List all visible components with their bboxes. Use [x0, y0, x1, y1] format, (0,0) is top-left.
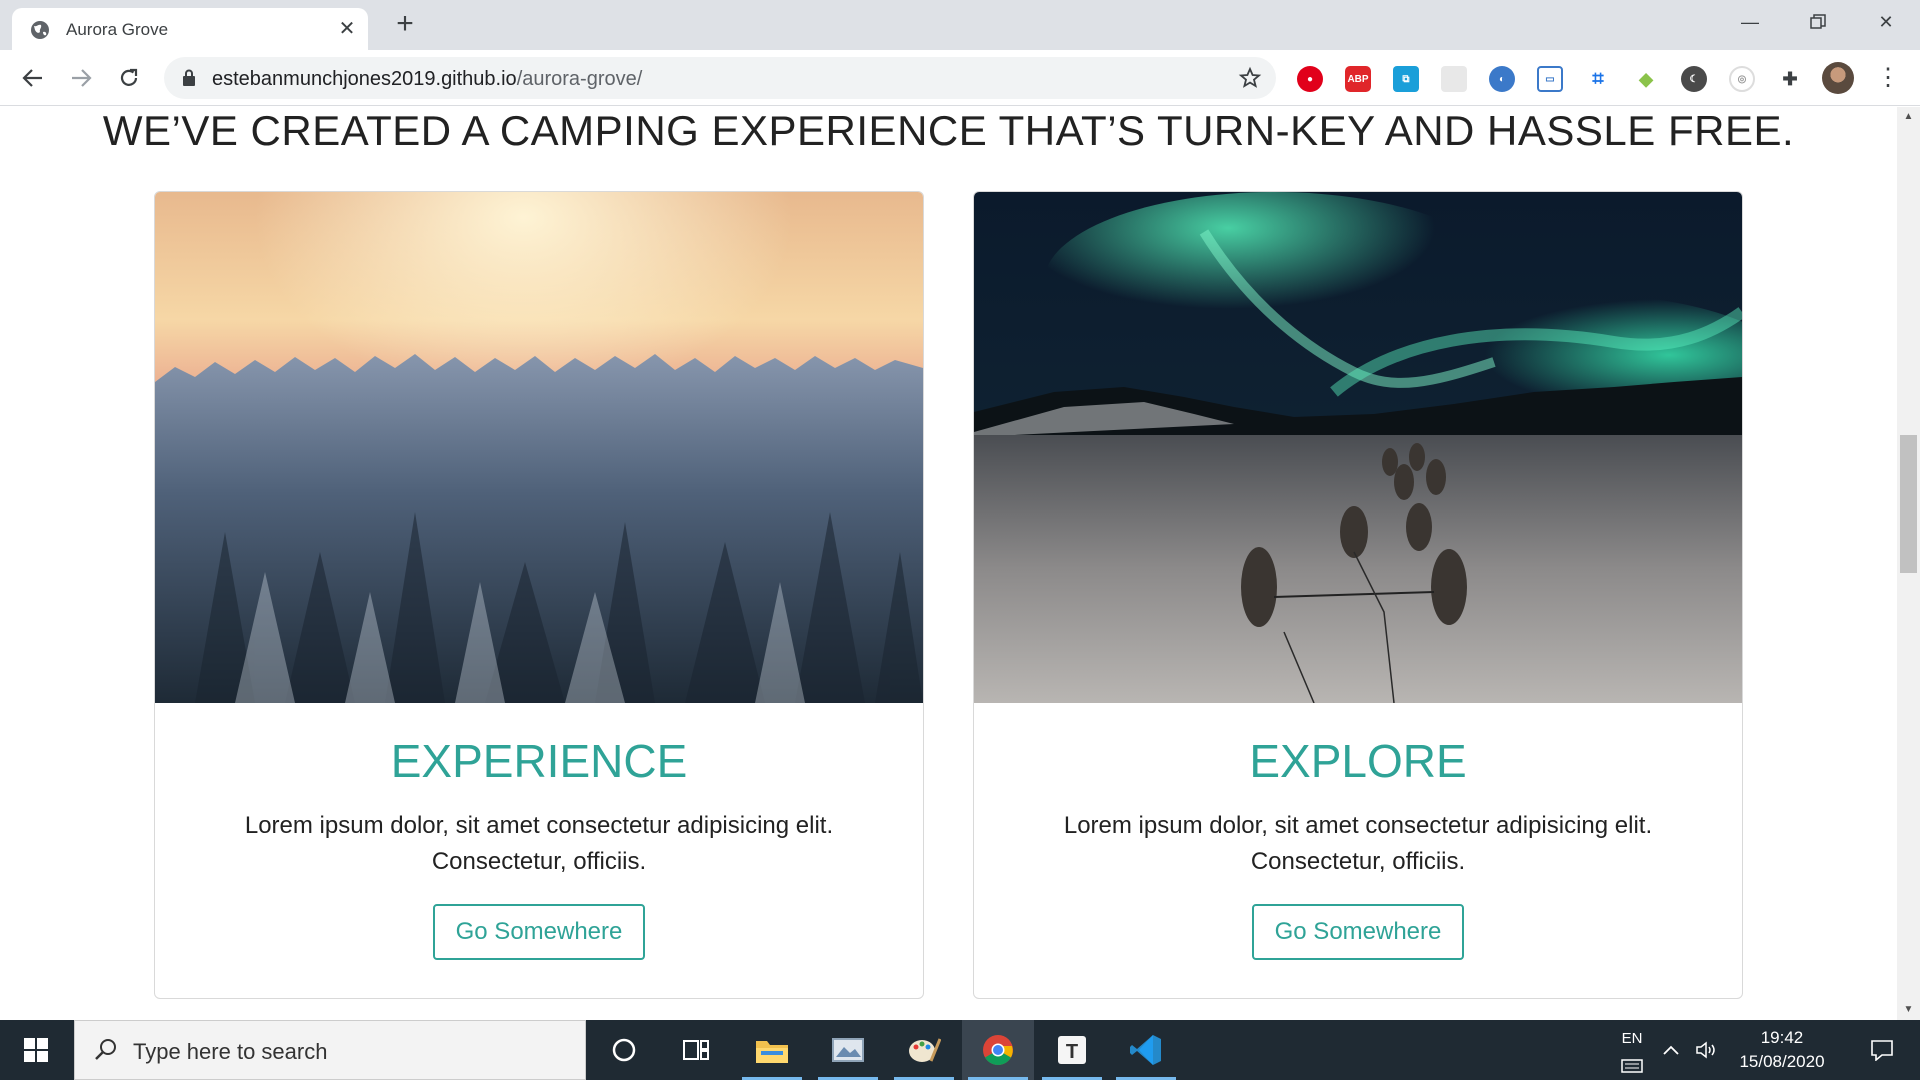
keyboard-icon[interactable]	[1618, 1056, 1646, 1076]
card-title: EXPERIENCE	[390, 735, 688, 787]
browser-menu-icon[interactable]: ⋮	[1876, 64, 1900, 92]
tab-title: Aurora Grove	[66, 20, 169, 39]
search-placeholder: Type here to search	[133, 1039, 328, 1064]
aurora-dog-sled-image	[974, 192, 1742, 703]
photos-app[interactable]	[812, 1020, 884, 1080]
show-hidden-icons-chevron-icon[interactable]	[1656, 1020, 1686, 1080]
close-window-button[interactable]: ✕	[1852, 0, 1920, 44]
adblock-plus-extension-icon[interactable]: ABP	[1345, 66, 1371, 92]
minimize-window-button[interactable]: —	[1716, 0, 1784, 44]
file-explorer-app[interactable]	[736, 1020, 808, 1080]
image-viewer-icon	[832, 1038, 864, 1062]
opera-adblock-extension-icon[interactable]: ●	[1297, 66, 1323, 92]
clock-time: 19:42	[1760, 1028, 1804, 1047]
globe-icon	[31, 21, 49, 39]
task-view-icon	[683, 1040, 709, 1060]
back-button[interactable]	[16, 61, 50, 95]
reload-button[interactable]	[112, 61, 146, 95]
restore-window-button[interactable]	[1784, 0, 1852, 44]
dark-mode-extension-icon[interactable]: ☾	[1681, 66, 1707, 92]
blue-arc-extension-icon[interactable]: ◐	[1489, 66, 1515, 92]
scroll-up-arrow-icon[interactable]: ▲	[1897, 107, 1920, 127]
arrow-left-icon	[22, 69, 42, 87]
svg-text:T: T	[1066, 1041, 1078, 1063]
close-tab-icon[interactable]: ✕	[336, 18, 358, 40]
address-bar[interactable]: estebanmunchjones2019.github.io/aurora-g…	[164, 57, 1276, 99]
browser-tab[interactable]: Aurora Grove ✕	[12, 8, 368, 50]
url-host: estebanmunchjones2019.github.io	[212, 68, 517, 90]
paint-palette-icon	[909, 1038, 941, 1062]
section-headline: WE’VE CREATED A CAMPING EXPERIENCE THAT’…	[102, 107, 1795, 154]
typora-app[interactable]: T	[1036, 1020, 1108, 1080]
card-experience: EXPERIENCE Lorem ipsum dolor, sit amet c…	[154, 191, 924, 999]
snowy-forest-sunrise-image	[155, 192, 923, 703]
scroll-down-arrow-icon[interactable]: ▼	[1897, 1000, 1920, 1020]
card-explore: EXPLORE Lorem ipsum dolor, sit amet cons…	[973, 191, 1743, 999]
page-scrollbar[interactable]: ▲ ▼	[1897, 107, 1920, 1020]
search-icon	[95, 1039, 116, 1060]
paint-app[interactable]	[888, 1020, 960, 1080]
typora-t-icon: T	[1058, 1036, 1086, 1064]
input-language-indicator[interactable]: EN	[1614, 1020, 1650, 1056]
start-button[interactable]	[0, 1020, 72, 1080]
grey-extension-icon[interactable]	[1441, 66, 1467, 92]
windows-logo-icon	[24, 1038, 48, 1062]
url-path: /aurora-grove/	[516, 68, 643, 90]
url-text[interactable]: estebanmunchjones2019.github.io/aurora-g…	[212, 68, 642, 91]
diamond-extension-icon[interactable]: ◆	[1633, 66, 1659, 92]
action-center-icon[interactable]	[1852, 1020, 1912, 1080]
lock-icon	[183, 69, 195, 86]
window-extension-icon[interactable]: ▭	[1537, 66, 1563, 92]
arrow-right-icon	[72, 69, 92, 87]
bookmark-star-icon[interactable]	[1238, 66, 1262, 90]
clock-date: 15/08/2020	[1739, 1052, 1825, 1071]
page-viewport: WE’VE CREATED A CAMPING EXPERIENCE THAT’…	[0, 107, 1897, 1020]
card-text: Lorem ipsum dolor, sit amet consectetur …	[1063, 812, 1653, 875]
cortana-circle-icon	[612, 1038, 636, 1062]
chrome-icon	[983, 1035, 1013, 1066]
puzzle-extensions-icon[interactable]: ✚	[1777, 66, 1803, 92]
browser-toolbar: estebanmunchjones2019.github.io/aurora-g…	[0, 50, 1920, 106]
card-text: Lorem ipsum dolor, sit amet consectetur …	[244, 812, 834, 875]
windows-taskbar: Type here to search T EN 19:42 15/08/202…	[0, 1020, 1920, 1080]
volume-icon[interactable]	[1690, 1020, 1724, 1080]
browser-tab-strip: Aurora Grove ✕ + — ✕	[0, 0, 1920, 50]
card-title: EXPLORE	[1249, 735, 1467, 787]
vscode-app[interactable]	[1110, 1020, 1182, 1080]
vscode-icon	[1130, 1035, 1161, 1065]
scrollbar-thumb[interactable]	[1900, 435, 1917, 573]
restore-icon	[1810, 14, 1826, 29]
task-view-button[interactable]	[660, 1020, 732, 1080]
target-extension-icon[interactable]: ◎	[1729, 66, 1755, 92]
translate-extension-icon[interactable]: ⧉	[1393, 66, 1419, 92]
profile-avatar[interactable]	[1822, 62, 1854, 94]
go-somewhere-button[interactable]: Go Somewhere	[1252, 904, 1464, 960]
cortana-button[interactable]	[588, 1020, 660, 1080]
system-clock[interactable]: 19:42 15/08/2020	[1726, 1026, 1838, 1074]
folder-icon	[756, 1041, 788, 1063]
crop-extension-icon[interactable]: ⌗	[1585, 66, 1611, 92]
new-tab-button[interactable]: +	[390, 9, 420, 40]
taskbar-search-box[interactable]: Type here to search	[74, 1020, 586, 1080]
chrome-app[interactable]	[962, 1020, 1034, 1080]
forward-button[interactable]	[64, 61, 98, 95]
reload-icon	[120, 68, 138, 86]
go-somewhere-button[interactable]: Go Somewhere	[433, 904, 645, 960]
